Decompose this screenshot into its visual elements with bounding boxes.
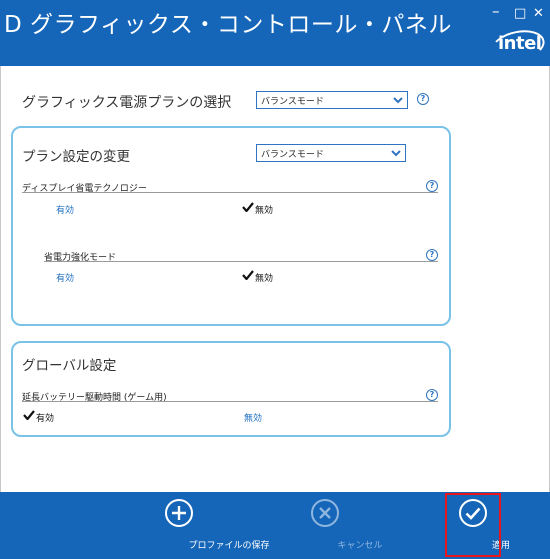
title-bar: D グラフィックス・コントロール・パネル – □ ✕ intel bbox=[0, 0, 550, 67]
display-power-saving-disable-option[interactable]: 無効 bbox=[255, 203, 273, 216]
enhanced-power-saving-help-icon[interactable]: ? bbox=[426, 249, 438, 261]
cancel-button[interactable]: キャンセル bbox=[290, 492, 383, 559]
divider bbox=[22, 192, 438, 193]
checkmark-icon bbox=[23, 410, 35, 420]
enhanced-power-saving-enable-option[interactable]: 有効 bbox=[56, 271, 74, 284]
power-plan-label: グラフィックス電源プランの選択 bbox=[22, 95, 232, 111]
divider bbox=[22, 401, 438, 402]
power-plan-help-icon[interactable]: ? bbox=[417, 93, 429, 105]
chevron-down-icon bbox=[393, 97, 403, 104]
checkmark-icon bbox=[242, 270, 254, 280]
display-power-saving-help-icon[interactable]: ? bbox=[426, 180, 438, 192]
maximize-button[interactable]: □ bbox=[514, 6, 526, 21]
extended-battery-help-icon[interactable]: ? bbox=[426, 389, 438, 401]
plan-settings-select[interactable]: バランスモード bbox=[256, 144, 406, 162]
cancel-label: キャンセル bbox=[337, 541, 383, 551]
enhanced-power-saving-disable-option[interactable]: 無効 bbox=[255, 271, 273, 284]
intel-logo-text: intel bbox=[498, 33, 542, 54]
save-profile-label: プロファイルの保存 bbox=[188, 541, 270, 551]
power-plan-selected-value: バランスモード bbox=[261, 97, 324, 107]
power-plan-select[interactable]: バランスモード bbox=[256, 91, 408, 109]
save-profile-button[interactable]: プロファイルの保存 bbox=[129, 492, 270, 559]
minimize-button[interactable]: – bbox=[492, 2, 500, 20]
apply-highlight-box bbox=[445, 493, 501, 557]
checkmark-icon bbox=[242, 202, 254, 212]
plan-settings-selected-value: バランスモード bbox=[261, 150, 324, 160]
global-settings-title: グローバル設定 bbox=[22, 358, 117, 374]
chevron-down-icon bbox=[391, 150, 401, 157]
extended-battery-disable-option[interactable]: 無効 bbox=[244, 411, 262, 424]
window-title: D グラフィックス・コントロール・パネル bbox=[4, 12, 452, 38]
extended-battery-enable-option[interactable]: 有効 bbox=[36, 411, 54, 424]
plus-circle-icon bbox=[165, 499, 193, 527]
divider bbox=[44, 261, 438, 262]
display-power-saving-enable-option[interactable]: 有効 bbox=[56, 203, 74, 216]
close-button[interactable]: ✕ bbox=[533, 6, 544, 21]
intel-logo: intel bbox=[488, 25, 548, 67]
plan-settings-title: プラン設定の変更 bbox=[22, 149, 130, 165]
close-circle-icon bbox=[311, 499, 339, 527]
